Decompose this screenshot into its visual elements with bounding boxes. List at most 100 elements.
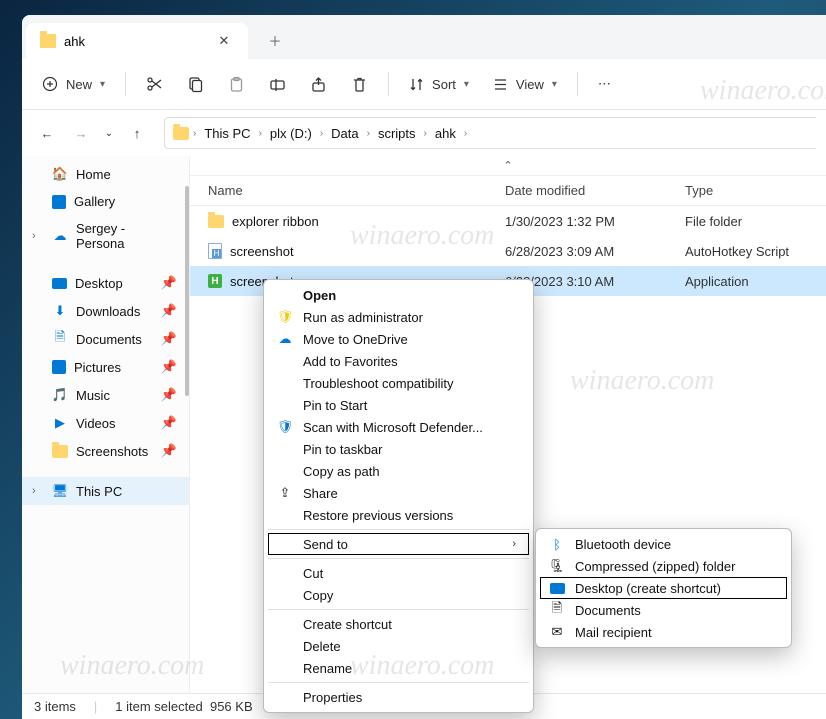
ctx-onedrive[interactable]: ☁Move to OneDrive [268,328,529,350]
ctx-delete[interactable]: Delete [268,635,529,657]
up-button[interactable]: ↑ [122,118,152,148]
desktop-icon [52,278,67,289]
status-selected-count: 1 item selected 956 KB [115,699,252,714]
column-header-type[interactable]: Type [685,183,816,198]
sidebar-item-music[interactable]: 🎵Music📌 [22,381,189,409]
ctx-copy[interactable]: Copy [268,584,529,606]
copy-button[interactable] [177,67,214,101]
chevron-right-icon: › [464,128,467,139]
view-list-icon [493,77,508,92]
chevron-right-icon: › [424,128,427,139]
sidebar-item-pictures[interactable]: Pictures📌 [22,353,189,381]
ctx-properties[interactable]: Properties [268,686,529,708]
breadcrumb-data[interactable]: Data [327,124,362,143]
sort-button[interactable]: Sort ▾ [399,67,479,101]
ctx-create-shortcut[interactable]: Create shortcut [268,613,529,635]
ahk-script-icon [208,243,222,259]
column-header-date[interactable]: Date modified [505,183,685,198]
sidebar-item-downloads[interactable]: ⬇Downloads📌 [22,297,189,325]
ctx-run-as-admin[interactable]: 🛡Run as administrator [268,306,529,328]
delete-button[interactable] [341,67,378,101]
ctx-defender[interactable]: 🛡Scan with Microsoft Defender... [268,416,529,438]
folder-icon [52,445,68,458]
ctx-send-to[interactable]: Send to› [268,533,529,555]
column-headers: Name Date modified Type [190,176,826,206]
forward-button[interactable]: → [66,118,96,148]
ctx-pin-taskbar[interactable]: Pin to taskbar [268,438,529,460]
chevron-right-icon: › [367,128,370,139]
sendto-mail[interactable]: ✉Mail recipient [540,621,787,643]
desktop-icon [549,583,565,594]
folder-icon [173,127,189,140]
bluetooth-icon: ᛒ [549,537,565,552]
pin-icon: 📌 [161,331,177,347]
breadcrumb-thispc[interactable]: This PC [200,124,254,143]
ctx-restore[interactable]: Restore previous versions [268,504,529,526]
chevron-right-icon: › [320,128,323,139]
folder-icon [40,34,56,48]
tab-bar: ahk ✕ ＋ [22,15,826,59]
sidebar-item-home[interactable]: 🏠Home [22,160,189,188]
sidebar-item-screenshots[interactable]: Screenshots📌 [22,437,189,465]
documents-icon: 🗎 [549,599,565,621]
rename-icon [269,76,286,93]
ctx-compat[interactable]: Troubleshoot compatibility [268,372,529,394]
ctx-share[interactable]: ⇪Share [268,482,529,504]
breadcrumb-drive[interactable]: plx (D:) [266,124,316,143]
sendto-desktop-shortcut[interactable]: Desktop (create shortcut) [540,577,787,599]
more-button[interactable]: ⋯ [588,67,621,101]
pin-icon: 📌 [161,275,177,291]
onedrive-icon: ☁ [277,331,293,347]
chevron-right-icon: › [32,230,36,242]
paste-button[interactable] [218,67,255,101]
tab-ahk[interactable]: ahk ✕ [26,23,248,59]
close-tab-button[interactable]: ✕ [214,31,234,51]
rename-button[interactable] [259,67,296,101]
videos-icon: ▶ [52,415,68,431]
context-menu: Open 🛡Run as administrator ☁Move to OneD… [263,279,534,713]
pin-icon: 📌 [161,387,177,403]
gallery-icon [52,195,66,209]
chevron-right-icon: › [259,128,262,139]
sidebar-item-desktop[interactable]: Desktop📌 [22,269,189,297]
breadcrumb-ahk[interactable]: ahk [431,124,460,143]
cut-button[interactable] [136,67,173,101]
pin-icon: 📌 [161,359,177,375]
column-header-name[interactable]: Name [200,183,505,198]
sidebar-item-videos[interactable]: ▶Videos📌 [22,409,189,437]
breadcrumb-scripts[interactable]: scripts [374,124,420,143]
ctx-rename[interactable]: Rename [268,657,529,679]
address-bar[interactable]: › This PC › plx (D:) › Data › scripts › … [164,117,816,149]
folder-icon [208,215,224,228]
back-button[interactable]: ← [32,118,62,148]
ctx-cut[interactable]: Cut [268,562,529,584]
sort-indicator[interactable]: ⌃ [190,156,826,176]
onedrive-icon: ☁ [52,228,68,244]
sidebar-item-gallery[interactable]: Gallery [22,188,189,215]
ctx-favorites[interactable]: Add to Favorites [268,350,529,372]
ctx-open[interactable]: Open [268,284,529,306]
ctx-pin-start[interactable]: Pin to Start [268,394,529,416]
music-icon: 🎵 [52,387,68,403]
share-icon: ⇪ [277,485,293,501]
new-tab-button[interactable]: ＋ [260,25,290,55]
sendto-documents[interactable]: 🗎Documents [540,599,787,621]
new-button[interactable]: New ▾ [32,67,115,101]
file-row[interactable]: explorer ribbon 1/30/2023 1:32 PM File f… [190,206,826,236]
status-item-count: 3 items [34,699,76,714]
pin-icon: 📌 [161,303,177,319]
sendto-bluetooth[interactable]: ᛒBluetooth device [540,533,787,555]
recent-dropdown[interactable]: ⌄ [100,118,118,148]
sidebar-item-thispc[interactable]: ›🖥This PC [22,477,189,505]
ctx-copy-path[interactable]: Copy as path [268,460,529,482]
sidebar-item-onedrive[interactable]: ›☁Sergey - Persona [22,215,189,257]
chevron-right-icon: › [193,128,196,139]
view-button[interactable]: View ▾ [483,67,567,101]
sidebar-item-documents[interactable]: 🗎Documents📌 [22,325,189,353]
toolbar: New ▾ Sort ▾ View ▾ ⋯ [22,59,826,109]
file-row[interactable]: screenshot 6/28/2023 3:09 AM AutoHotkey … [190,236,826,266]
share-button[interactable] [300,67,337,101]
documents-icon: 🗎 [52,331,68,347]
tab-title: ahk [64,34,85,49]
sendto-zip[interactable]: 🗜Compressed (zipped) folder [540,555,787,577]
